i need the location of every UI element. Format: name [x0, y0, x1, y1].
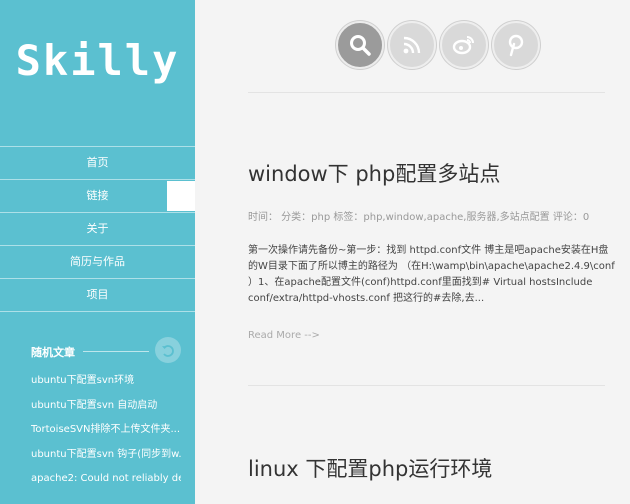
- sidebar: Skilly 首页 链接 关于 简历与作品 项目 随机文章 ubuntu下配置s…: [0, 0, 195, 504]
- post-meta: 时间： 分类：php 标签：php,window,apache,服务器,多站点配…: [248, 212, 590, 223]
- read-more-link[interactable]: Read More -->: [248, 330, 320, 341]
- main-nav: 首页 链接 关于 简历与作品 项目: [0, 146, 195, 312]
- site-logo[interactable]: Skilly: [0, 36, 195, 85]
- nav-item-home[interactable]: 首页: [0, 147, 195, 180]
- nav-item-projects[interactable]: 项目: [0, 279, 195, 312]
- weibo-icon[interactable]: [440, 21, 488, 69]
- nav-item-links[interactable]: 链接: [0, 180, 195, 213]
- social-icon-bar: [332, 21, 544, 73]
- post-excerpt: 第一次操作请先备份~第一步：找到 httpd.conf文件 博主是吧apache…: [248, 245, 615, 304]
- random-posts-list: ubuntu下配置svn环境 ubuntu下配置svn 自动启动 Tortois…: [31, 369, 181, 492]
- search-icon[interactable]: [336, 21, 384, 69]
- random-post-link[interactable]: ubuntu下配置svn 自动启动: [31, 394, 181, 419]
- post-title[interactable]: linux 下配置php运行环境: [248, 453, 492, 483]
- random-posts-title: 随机文章: [31, 346, 75, 359]
- random-posts-divider: [83, 351, 149, 352]
- random-posts-header: 随机文章: [31, 337, 181, 365]
- random-post-link[interactable]: ubuntu下配置svn环境: [31, 369, 181, 394]
- post-title[interactable]: window下 php配置多站点: [248, 158, 500, 188]
- random-post-link[interactable]: ubuntu下配置svn 钩子(同步到w...: [31, 443, 181, 468]
- random-post-link[interactable]: apache2: Could not reliably de...: [31, 467, 181, 492]
- nav-item-resume[interactable]: 简历与作品: [0, 246, 195, 279]
- divider: [248, 385, 605, 386]
- rss-icon[interactable]: [388, 21, 436, 69]
- nav-item-about[interactable]: 关于: [0, 213, 195, 246]
- divider: [248, 92, 605, 93]
- random-post-link[interactable]: TortoiseSVN排除不上传文件夹...: [31, 418, 181, 443]
- refresh-icon[interactable]: [155, 337, 181, 363]
- pinterest-icon[interactable]: [492, 21, 540, 69]
